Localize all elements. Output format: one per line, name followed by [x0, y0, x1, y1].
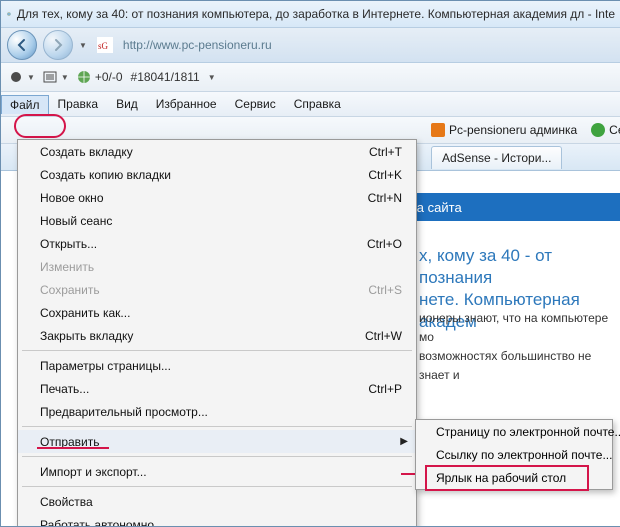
- zoom-level: +0/-0: [95, 70, 123, 84]
- bookmark-link[interactable]: Сергей Гео: [591, 123, 620, 137]
- menu-item-close-tab[interactable]: Закрыть вкладкуCtrl+W: [18, 324, 416, 347]
- menu-help[interactable]: Справка: [285, 94, 350, 114]
- submenu-item-page-by-email[interactable]: Страницу по электронной почте...: [416, 420, 612, 443]
- svg-text:sG: sG: [98, 41, 109, 51]
- bookmark-link[interactable]: Pc-pensioneru админка: [431, 123, 577, 137]
- menu-item-save: СохранитьCtrl+S: [18, 278, 416, 301]
- ie-icon: [7, 6, 11, 22]
- address-url[interactable]: http://www.pc-pensioneru.ru: [123, 38, 272, 52]
- browser-tab[interactable]: AdSense - Истори...: [431, 146, 562, 169]
- favicon-icon: [591, 123, 605, 137]
- menu-item-print[interactable]: Печать...Ctrl+P: [18, 377, 416, 400]
- toolbar-zoom[interactable]: +0/-0: [77, 70, 123, 84]
- back-button[interactable]: [7, 30, 37, 60]
- submenu-arrow-icon: ▶: [400, 436, 408, 447]
- menu-edit[interactable]: Правка: [49, 94, 108, 114]
- toolbar: ▼ ▼ +0/-0 #18041/1811▼: [1, 63, 620, 92]
- menu-favorites[interactable]: Избранное: [147, 94, 226, 114]
- navbar: ▼ sG http://www.pc-pensioneru.ru: [1, 28, 620, 63]
- menu-view[interactable]: Вид: [107, 94, 147, 114]
- toolbar-counter[interactable]: #18041/1811▼: [131, 70, 216, 84]
- menu-item-new-session[interactable]: Новый сеанс: [18, 209, 416, 232]
- menu-service[interactable]: Сервис: [226, 94, 285, 114]
- menu-separator: [22, 486, 412, 487]
- site-banner: та сайта: [401, 193, 620, 221]
- menu-file[interactable]: Файл: [1, 95, 49, 114]
- forward-button[interactable]: [43, 30, 73, 60]
- menu-item-save-as[interactable]: Сохранить как...: [18, 301, 416, 324]
- checklist-icon: [43, 70, 57, 84]
- menu-separator: [22, 350, 412, 351]
- menu-item-open[interactable]: Открыть...Ctrl+O: [18, 232, 416, 255]
- menu-item-edit: Изменить: [18, 255, 416, 278]
- menu-item-properties[interactable]: Свойства: [18, 490, 416, 513]
- window-title: Для тех, кому за 40: от познания компьют…: [17, 7, 615, 21]
- dot-icon: [9, 70, 23, 84]
- globe-icon: [77, 70, 91, 84]
- site-favicon: sG: [97, 37, 113, 53]
- send-submenu: Страницу по электронной почте... Ссылку …: [415, 419, 613, 490]
- menu-item-new-tab[interactable]: Создать вкладкуCtrl+T: [18, 140, 416, 163]
- file-menu-dropdown: Создать вкладкуCtrl+T Создать копию вкла…: [17, 139, 417, 527]
- menu-separator: [22, 426, 412, 427]
- menu-item-import-export[interactable]: Импорт и экспорт...: [18, 460, 416, 483]
- browser-window: Для тех, кому за 40: от познания компьют…: [0, 0, 620, 527]
- menubar: Файл Правка Вид Избранное Сервис Справка: [1, 92, 620, 117]
- toolbar-item[interactable]: ▼: [43, 70, 69, 84]
- menu-item-print-preview[interactable]: Предварительный просмотр...: [18, 400, 416, 423]
- menu-separator: [22, 456, 412, 457]
- toolbar-item[interactable]: ▼: [9, 70, 35, 84]
- favicon-icon: [431, 123, 445, 137]
- menu-item-send[interactable]: Отправить▶: [18, 430, 416, 453]
- submenu-item-link-by-email[interactable]: Ссылку по электронной почте...: [416, 443, 612, 466]
- history-dropdown-icon[interactable]: ▼: [79, 41, 87, 50]
- menu-item-new-window[interactable]: Новое окноCtrl+N: [18, 186, 416, 209]
- menu-item-duplicate-tab[interactable]: Создать копию вкладкиCtrl+K: [18, 163, 416, 186]
- titlebar: Для тех, кому за 40: от познания компьют…: [1, 1, 620, 28]
- submenu-item-desktop-shortcut[interactable]: Ярлык на рабочий стол: [416, 466, 612, 489]
- menu-item-page-setup[interactable]: Параметры страницы...: [18, 354, 416, 377]
